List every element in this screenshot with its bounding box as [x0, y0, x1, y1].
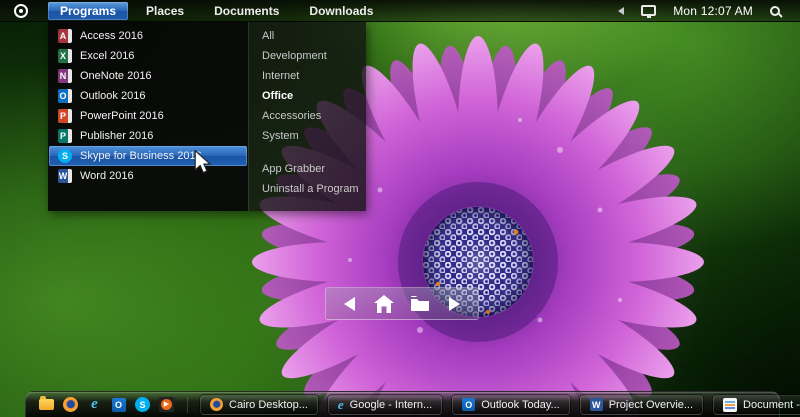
category-internet[interactable]: Internet — [249, 66, 366, 86]
category-office[interactable]: Office — [249, 86, 366, 106]
app-item-label: Publisher 2016 — [80, 130, 154, 142]
category-accessories[interactable]: Accessories — [249, 106, 366, 126]
firefox-icon[interactable] — [62, 396, 79, 413]
internet-explorer-icon[interactable]: e — [86, 396, 103, 413]
apps-panel: A Access 2016 X Excel 2016 N OneNote 201… — [48, 22, 248, 211]
collapse-arrow-icon[interactable] — [618, 6, 625, 15]
category-all[interactable]: All — [249, 26, 366, 46]
task-button-label: Document - W... — [743, 398, 800, 411]
task-button-label: Cairo Desktop... — [229, 398, 308, 411]
app-item-skype-for-business[interactable]: S Skype for Business 2016 — [49, 146, 247, 166]
home-icon[interactable] — [373, 294, 394, 313]
app-item-excel[interactable]: X Excel 2016 — [49, 46, 247, 66]
clock[interactable]: Mon 12:07 AM — [673, 4, 753, 18]
desktop-nav-toolbar — [325, 287, 479, 320]
file-explorer-icon[interactable] — [38, 396, 55, 413]
categories-panel: All Development Internet Office Accessor… — [248, 22, 366, 211]
internet-explorer-icon: e — [337, 397, 344, 412]
word-icon: W — [589, 398, 603, 411]
task-button-google[interactable]: e Google - Intern... — [327, 394, 443, 415]
back-icon[interactable] — [342, 296, 357, 312]
wordpad-document-icon — [723, 397, 738, 412]
task-button-label: Project Overvie... — [608, 398, 694, 411]
app-item-label: Access 2016 — [80, 30, 143, 42]
display-icon[interactable] — [641, 5, 657, 18]
skype-for-business-icon: S — [58, 149, 72, 163]
category-system[interactable]: System — [249, 126, 366, 146]
app-item-label: Word 2016 — [80, 170, 134, 182]
skype-icon[interactable]: S — [134, 396, 151, 413]
mouse-cursor — [194, 150, 212, 174]
folder-icon[interactable] — [410, 296, 430, 311]
menu-downloads[interactable]: Downloads — [297, 2, 385, 20]
outlook-icon[interactable]: O — [110, 396, 127, 413]
category-divider — [249, 146, 366, 159]
outlook-icon: O — [58, 89, 72, 103]
taskbar-separator — [187, 396, 188, 413]
app-item-powerpoint[interactable]: P PowerPoint 2016 — [49, 106, 247, 126]
app-item-publisher[interactable]: P Publisher 2016 — [49, 126, 247, 146]
app-item-outlook[interactable]: O Outlook 2016 — [49, 86, 247, 106]
cairo-logo-icon[interactable] — [14, 3, 28, 18]
powerpoint-icon: P — [58, 109, 72, 123]
task-button-cairo-desktop[interactable]: Cairo Desktop... — [200, 394, 318, 415]
task-button-document[interactable]: Document - W... — [713, 394, 800, 415]
action-app-grabber[interactable]: App Grabber — [249, 159, 366, 179]
topbar-right-cluster: Mon 12:07 AM — [618, 4, 786, 18]
app-item-label: Outlook 2016 — [80, 90, 146, 102]
word-icon: W — [58, 169, 72, 183]
app-item-label: Skype for Business 2016 — [80, 150, 202, 162]
access-icon: A — [58, 29, 72, 43]
task-button-label: Outlook Today... — [481, 398, 560, 411]
app-item-onenote[interactable]: N OneNote 2016 — [49, 66, 247, 86]
app-item-label: Excel 2016 — [80, 50, 135, 62]
outlook-icon: O — [462, 398, 476, 411]
programs-dropdown: A Access 2016 X Excel 2016 N OneNote 201… — [48, 22, 366, 211]
app-item-access[interactable]: A Access 2016 — [49, 26, 247, 46]
task-button-label: Google - Intern... — [349, 398, 433, 411]
task-button-outlook-today[interactable]: O Outlook Today... — [452, 394, 570, 415]
firefox-icon — [210, 398, 223, 411]
onenote-icon: N — [58, 69, 72, 83]
app-item-label: PowerPoint 2016 — [80, 110, 164, 122]
media-player-icon[interactable]: ▶ — [158, 396, 175, 413]
forward-icon[interactable] — [447, 296, 462, 312]
menu-programs[interactable]: Programs — [48, 1, 129, 20]
category-development[interactable]: Development — [249, 46, 366, 66]
taskbar: e O S ▶ Cairo Desktop... e Google - Inte… — [25, 391, 800, 417]
menu-documents[interactable]: Documents — [202, 2, 291, 20]
excel-icon: X — [58, 49, 72, 63]
app-item-word[interactable]: W Word 2016 — [49, 166, 247, 186]
action-uninstall-program[interactable]: Uninstall a Program — [249, 179, 366, 199]
publisher-icon: P — [58, 129, 72, 143]
menu-places[interactable]: Places — [134, 2, 196, 20]
top-menu-bar: Programs Places Documents Downloads Mon … — [0, 0, 800, 22]
desktop: Programs Places Documents Downloads Mon … — [0, 0, 800, 417]
task-button-project-overview[interactable]: W Project Overvie... — [579, 394, 704, 415]
app-item-label: OneNote 2016 — [80, 70, 152, 82]
search-icon[interactable] — [770, 5, 780, 16]
